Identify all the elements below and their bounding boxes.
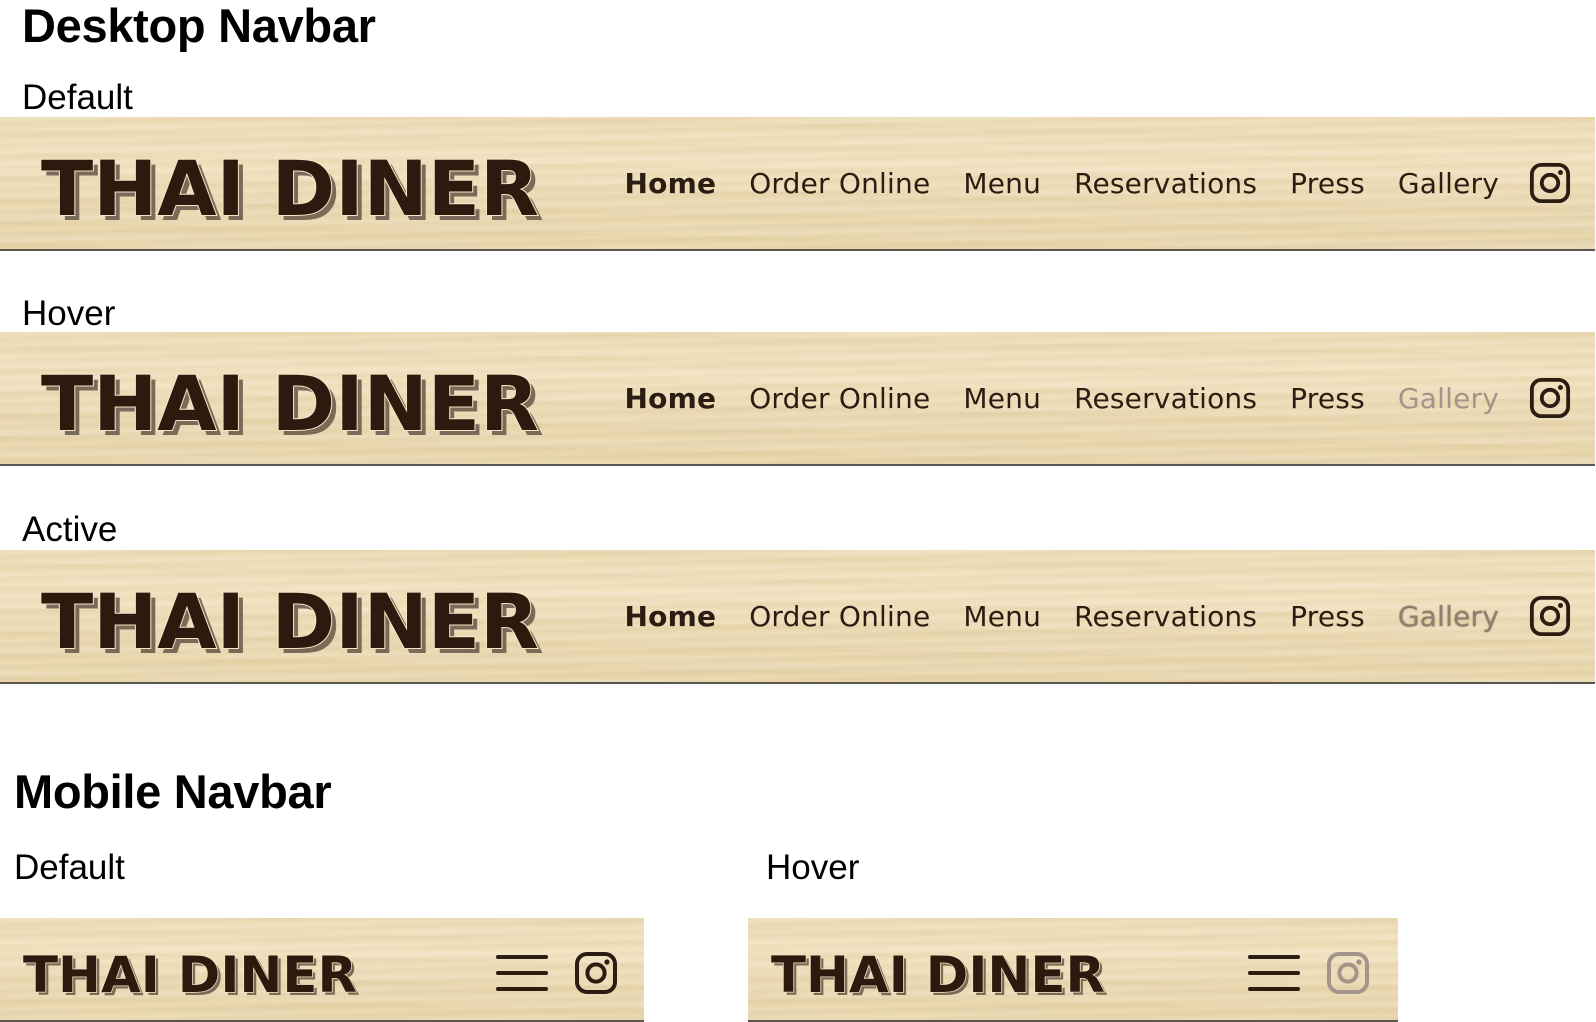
nav-link-gallery-hovered[interactable]: Gallery <box>1398 382 1499 415</box>
mobile-navbar-hover: THAI DINER THAI DINER <box>748 918 1398 1022</box>
state-label-hover: Hover <box>22 294 116 333</box>
nav-link-menu[interactable]: Menu <box>963 167 1041 200</box>
nav-link-home[interactable]: Home <box>625 382 717 415</box>
nav-link-press[interactable]: Press <box>1290 600 1365 633</box>
state-label-default: Default <box>22 78 133 117</box>
svg-text:THAI DINER: THAI DINER <box>41 359 539 442</box>
instagram-icon[interactable] <box>1529 162 1571 204</box>
nav-link-press[interactable]: Press <box>1290 382 1365 415</box>
hamburger-menu-icon[interactable] <box>1248 954 1300 992</box>
nav-link-gallery[interactable]: Gallery <box>1398 167 1499 200</box>
mobile-navbar-default: THAI DINER THAI DINER <box>0 918 644 1022</box>
mobile-state-label-hover: Hover <box>766 848 860 887</box>
nav-link-home[interactable]: Home <box>625 167 717 200</box>
nav-link-press[interactable]: Press <box>1290 167 1365 200</box>
nav-link-order-online[interactable]: Order Online <box>749 600 930 633</box>
instagram-icon-hovered[interactable] <box>1326 951 1370 995</box>
nav-link-reservations[interactable]: Reservations <box>1074 382 1257 415</box>
nav-links: Home Order Online Menu Reservations Pres… <box>625 332 1499 464</box>
nav-link-order-online[interactable]: Order Online <box>749 167 930 200</box>
svg-text:THAI DINER: THAI DINER <box>41 144 539 227</box>
nav-link-home[interactable]: Home <box>625 600 717 633</box>
desktop-navbar-active: THAI DINER THAI DINER Home Order Online … <box>0 550 1595 684</box>
svg-text:THAI DINER: THAI DINER <box>23 946 357 1000</box>
desktop-navbar-default: THAI DINER THAI DINER Home Order Online … <box>0 117 1595 251</box>
mobile-navbar-heading: Mobile Navbar <box>14 765 332 818</box>
nav-link-reservations[interactable]: Reservations <box>1074 600 1257 633</box>
thai-diner-logo[interactable]: THAI DINER THAI DINER <box>36 135 550 227</box>
instagram-icon[interactable] <box>574 951 618 995</box>
nav-links: Home Order Online Menu Reservations Pres… <box>625 550 1499 682</box>
svg-text:THAI DINER: THAI DINER <box>41 577 539 660</box>
hamburger-menu-icon[interactable] <box>496 954 548 992</box>
nav-link-reservations[interactable]: Reservations <box>1074 167 1257 200</box>
thai-diner-logo[interactable]: THAI DINER THAI DINER <box>20 940 362 1000</box>
desktop-navbar-hover: THAI DINER THAI DINER Home Order Online … <box>0 332 1595 466</box>
nav-link-menu[interactable]: Menu <box>963 600 1041 633</box>
thai-diner-logo[interactable]: THAI DINER THAI DINER <box>36 568 550 660</box>
state-label-active: Active <box>22 510 118 549</box>
instagram-icon[interactable] <box>1529 377 1571 419</box>
mobile-state-label-default: Default <box>14 848 125 887</box>
thai-diner-logo[interactable]: THAI DINER THAI DINER <box>36 350 550 442</box>
desktop-navbar-heading: Desktop Navbar <box>22 0 376 52</box>
nav-link-menu[interactable]: Menu <box>963 382 1041 415</box>
thai-diner-logo[interactable]: THAI DINER THAI DINER <box>768 940 1110 1000</box>
svg-text:THAI DINER: THAI DINER <box>771 946 1105 1000</box>
instagram-icon[interactable] <box>1529 595 1571 637</box>
nav-link-order-online[interactable]: Order Online <box>749 382 930 415</box>
nav-links: Home Order Online Menu Reservations Pres… <box>625 117 1499 249</box>
nav-link-gallery-active[interactable]: Gallery <box>1398 600 1499 633</box>
